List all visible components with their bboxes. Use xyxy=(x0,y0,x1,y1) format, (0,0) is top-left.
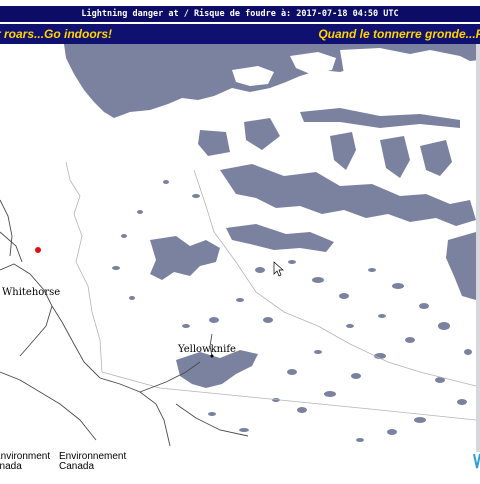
footer: Environment anada Environnement Canada xyxy=(0,452,480,484)
lightning-strike-marker[interactable] xyxy=(35,247,41,253)
lightning-map[interactable]: Whitehorse Yellowknife xyxy=(0,44,480,452)
corner-logo-icon xyxy=(473,452,480,470)
logo-line: Canada xyxy=(59,461,95,472)
warning-banner: r roars...Go indoors! Quand le tonnerre … xyxy=(0,24,480,44)
logo-text-clipped: Environment anada xyxy=(0,452,54,472)
map-frame: Lightning danger at / Risque de foudre à… xyxy=(0,0,480,484)
warning-text-english: r roars...Go indoors! xyxy=(0,27,113,41)
title-bar: Lightning danger at / Risque de foudre à… xyxy=(0,6,480,22)
right-border xyxy=(476,44,480,452)
warning-text-french: Quand le tonnerre gronde...F xyxy=(318,27,480,41)
page-title: Lightning danger at / Risque de foudre à… xyxy=(81,9,399,19)
environment-canada-wordmark: Environnement Canada xyxy=(59,452,139,472)
city-label-whitehorse: Whitehorse xyxy=(2,287,60,298)
city-label-yellowknife: Yellowknife xyxy=(177,344,236,355)
logo-line: anada xyxy=(0,461,22,472)
